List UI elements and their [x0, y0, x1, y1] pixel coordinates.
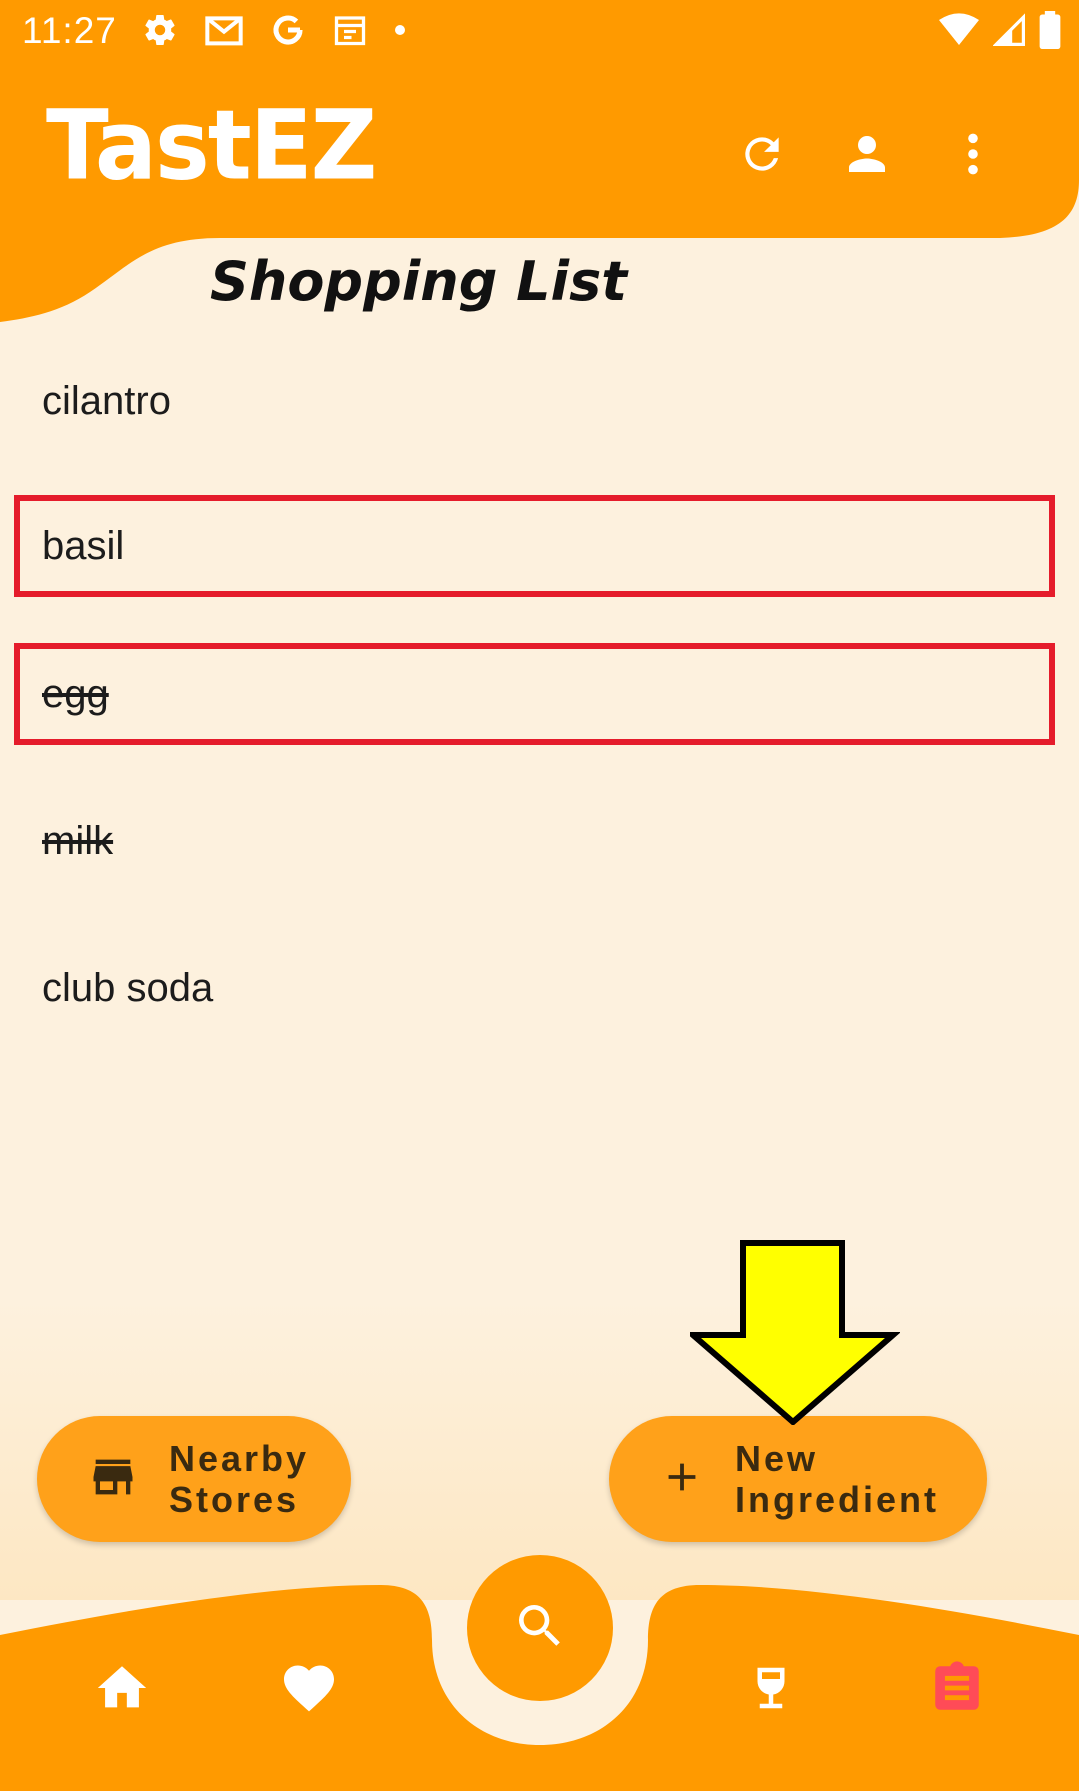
list-item-cilantro[interactable]: cilantro — [14, 350, 1055, 452]
calendar-icon — [332, 12, 368, 53]
status-time: 11:27 — [22, 10, 117, 51]
store-icon — [87, 1451, 139, 1508]
list-item-club-soda[interactable]: club soda — [14, 937, 1055, 1039]
new-ingredient-label: New Ingredient — [735, 1437, 940, 1520]
search-icon — [512, 1598, 568, 1659]
clipboard-icon — [928, 1657, 986, 1724]
new-ingredient-button[interactable]: New Ingredient — [609, 1416, 987, 1542]
nav-home[interactable] — [77, 1645, 167, 1735]
signal-icon — [992, 12, 1025, 52]
nav-drinks[interactable] — [726, 1645, 816, 1735]
nav-shopping-list[interactable] — [912, 1645, 1002, 1735]
account-icon — [840, 127, 894, 186]
annotation-arrow-icon — [690, 1240, 900, 1425]
glass-icon — [744, 1659, 798, 1722]
status-bar: 11:27 — [0, 0, 1079, 64]
home-icon — [93, 1659, 151, 1722]
list-item-egg[interactable]: egg — [14, 643, 1055, 745]
more-options-button[interactable] — [937, 120, 1009, 192]
nearby-stores-label: Nearby Stores — [169, 1437, 310, 1520]
heart-icon — [279, 1658, 339, 1723]
gear-icon — [142, 12, 178, 53]
status-icons-left — [142, 12, 406, 52]
google-icon — [270, 12, 306, 53]
list-item-label: club soda — [42, 965, 214, 1010]
nav-favorites[interactable] — [264, 1645, 354, 1735]
list-item-label: cilantro — [42, 378, 171, 423]
plus-icon — [659, 1454, 705, 1505]
refresh-button[interactable] — [726, 120, 798, 192]
status-icons-right — [939, 10, 1061, 54]
list-item-label: milk — [42, 818, 114, 863]
gmail-icon — [204, 12, 244, 53]
account-button[interactable] — [831, 120, 903, 192]
battery-icon — [1039, 10, 1061, 54]
more-vert-icon — [948, 129, 998, 184]
refresh-icon — [737, 129, 787, 184]
wifi-icon — [939, 12, 979, 52]
app-logo: TastEZ — [46, 89, 377, 202]
nav-search-button[interactable] — [467, 1555, 613, 1701]
dot-icon — [394, 23, 406, 41]
nearby-stores-button[interactable]: Nearby Stores — [37, 1416, 351, 1542]
list-item-milk[interactable]: milk — [14, 790, 1055, 892]
list-item-label: basil — [42, 523, 125, 568]
page-title: Shopping List — [210, 250, 628, 313]
list-item-label: egg — [42, 671, 109, 716]
list-item-basil[interactable]: basil — [14, 495, 1055, 597]
